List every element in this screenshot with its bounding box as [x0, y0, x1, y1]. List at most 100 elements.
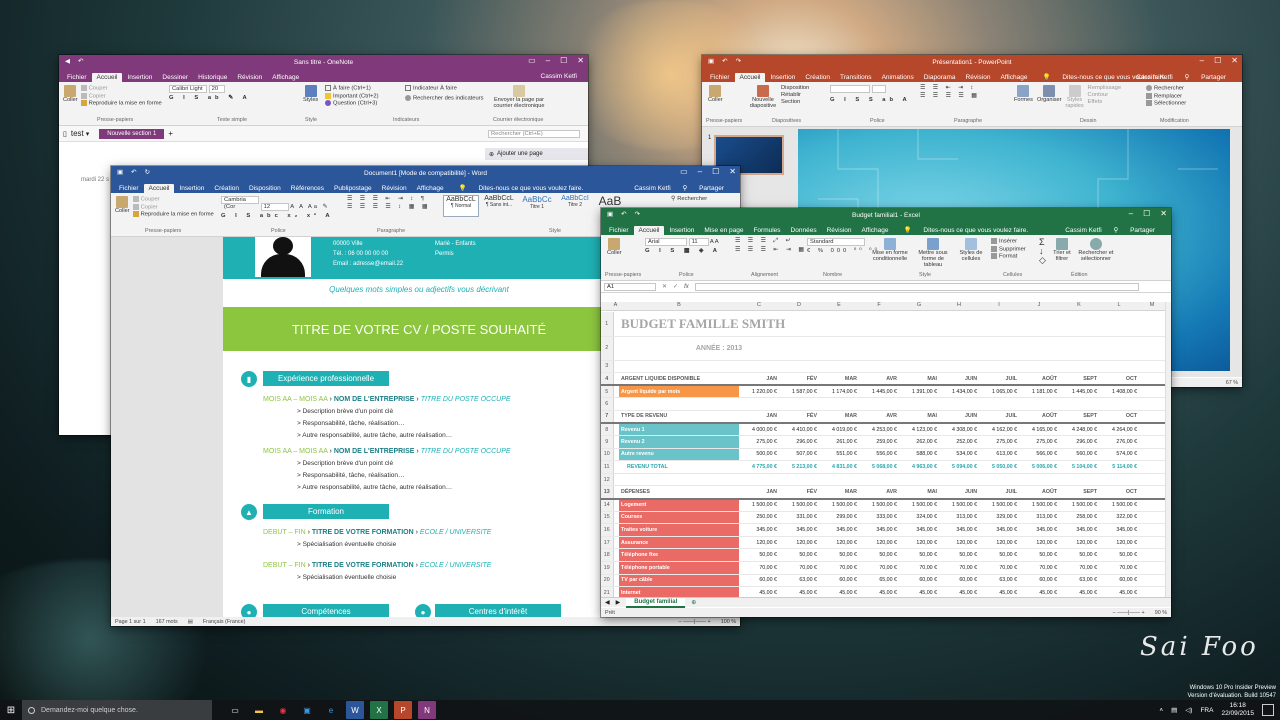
font-name-box[interactable]: Cambria (Cor	[221, 196, 259, 210]
cell[interactable]: 5 213,00 €	[779, 460, 819, 474]
income-header[interactable]: TYPE DE REVENU	[619, 410, 739, 424]
cell[interactable]: 120,00 €	[939, 536, 980, 550]
cell[interactable]: 5 114,00 €	[1099, 460, 1140, 474]
conditional-format-button[interactable]: Mise en forme conditionnelle	[869, 238, 911, 268]
cell[interactable]: 70,00 €	[779, 561, 819, 575]
cell[interactable]: 1 500,00 €	[739, 498, 779, 512]
cell[interactable]: 560,00 €	[1059, 448, 1100, 462]
cell[interactable]: 259,00 €	[859, 435, 899, 449]
style-no-spacing[interactable]: AaBbCcL ¶ Sans int...	[481, 195, 517, 217]
share-button[interactable]: Partager	[1125, 226, 1160, 235]
month-header[interactable]: JAN	[739, 410, 779, 424]
cell[interactable]: 345,00 €	[779, 523, 819, 537]
tab-home[interactable]: Accueil	[633, 226, 665, 235]
cell[interactable]: 45,00 €	[979, 586, 1020, 597]
zoom-slider[interactable]: – ——|—— +	[679, 619, 711, 625]
expense-label[interactable]: Logement	[619, 498, 739, 512]
tab-layout[interactable]: Disposition	[244, 184, 286, 193]
save-icon[interactable]: ▣	[117, 168, 123, 176]
cancel-icon[interactable]: ✕	[662, 283, 667, 290]
month-header[interactable]: AOÛT	[1019, 485, 1060, 500]
expense-label[interactable]: Traites voiture	[619, 523, 739, 537]
word-count[interactable]: 167 mots	[156, 619, 178, 625]
month-header[interactable]: MAI	[899, 410, 940, 424]
cell[interactable]: 60,00 €	[819, 574, 859, 588]
outline-button[interactable]: Contour	[1088, 92, 1122, 98]
month-header[interactable]: SEPT	[1059, 410, 1100, 424]
cell[interactable]: 345,00 €	[819, 523, 859, 537]
month-header[interactable]: AOÛT	[1019, 410, 1060, 424]
enter-icon[interactable]: ✓	[673, 283, 678, 290]
task-view-icon[interactable]: ▭	[226, 701, 244, 719]
chevron-up-icon[interactable]: ˄	[1159, 707, 1163, 714]
tab-view[interactable]: Affichage	[995, 73, 1032, 82]
document-page[interactable]: 00000 Ville Tél. : 06 00 00 00 00 Email …	[223, 237, 615, 617]
cell[interactable]: 1 391,00 €	[899, 385, 940, 399]
month-header[interactable]: MAR	[819, 372, 859, 387]
copy-button[interactable]: Copier	[80, 92, 162, 99]
cell[interactable]: 4 019,00 €	[819, 422, 859, 437]
sort-filter-button[interactable]: Trier et filtrer	[1050, 238, 1074, 265]
tab-insert[interactable]: Insertion	[664, 226, 699, 235]
format-cells-button[interactable]: Format	[991, 253, 1026, 260]
font-name-box[interactable]: Calibri Light	[169, 85, 207, 93]
onenote-titlebar[interactable]: ◀ ↶ Sans titre - OneNote ▭ – ☐ ✕	[59, 55, 588, 70]
cell[interactable]: 345,00 €	[739, 523, 779, 537]
network-icon[interactable]: ▤	[1171, 706, 1177, 714]
edge-icon[interactable]: e	[322, 701, 340, 719]
font-format-row[interactable]: G I S abc x₂ x² A	[221, 213, 334, 219]
cell[interactable]: 50,00 €	[979, 548, 1020, 562]
expense-label[interactable]: Téléphone fixe	[619, 548, 739, 562]
language[interactable]: Français (France)	[203, 619, 246, 625]
cell[interactable]: 4 123,00 €	[899, 422, 940, 437]
number-format-box[interactable]: Standard	[807, 238, 865, 246]
cell[interactable]: 70,00 €	[859, 561, 899, 575]
cell[interactable]: 50,00 €	[1099, 548, 1140, 562]
cell[interactable]: 4 000,00 €	[739, 422, 779, 437]
cell[interactable]: 50,00 €	[859, 548, 899, 562]
tab-file[interactable]: Fichier	[604, 226, 634, 235]
tell-me-box[interactable]: 💡 Dites-nous ce que vous voulez faire.	[894, 225, 1039, 235]
close-icon[interactable]: ✕	[1231, 56, 1238, 65]
cell[interactable]: 45,00 €	[1019, 586, 1060, 597]
add-section-button[interactable]: +	[168, 129, 173, 138]
ribbon-options-icon[interactable]: ▭	[528, 56, 536, 65]
share-button[interactable]: Partager	[694, 184, 729, 193]
cell[interactable]: 1 500,00 €	[1019, 498, 1060, 512]
undo-icon[interactable]: ↶	[722, 57, 727, 65]
cell[interactable]: 329,00 €	[979, 511, 1020, 525]
style-heading-2[interactable]: AaBbCcI Titre 2	[557, 195, 593, 217]
cell[interactable]: 1 408,00 €	[1099, 385, 1140, 399]
tell-me-box[interactable]: 💡 Dites-nous ce que vous voulez faire.	[449, 183, 594, 193]
cell[interactable]: 1 587,00 €	[779, 385, 819, 399]
sheet-prev-icon[interactable]: ◀	[605, 599, 610, 606]
row-number[interactable]: 16	[601, 523, 614, 537]
cell[interactable]: 70,00 €	[739, 561, 779, 575]
excel-taskbar-icon[interactable]: X	[370, 701, 388, 719]
font-name-box[interactable]: Arial	[645, 238, 687, 246]
fill-button[interactable]: Remplissage	[1088, 85, 1122, 91]
undo-icon[interactable]: ↶	[131, 168, 136, 176]
cell[interactable]: 4 248,00 €	[1059, 422, 1100, 437]
cell[interactable]: 1 181,00 €	[1019, 385, 1060, 399]
row-number[interactable]: 4	[601, 372, 614, 387]
sheet-next-icon[interactable]: ▶	[616, 599, 621, 606]
row-number[interactable]: 13	[601, 485, 614, 500]
cell[interactable]: 345,00 €	[1019, 523, 1060, 537]
minimize-icon[interactable]: –	[1200, 56, 1204, 65]
cell[interactable]: 1 500,00 €	[1099, 498, 1140, 512]
month-header[interactable]: AVR	[859, 372, 899, 387]
cell[interactable]: 120,00 €	[899, 536, 940, 550]
cell[interactable]: 1 065,00 €	[979, 385, 1020, 399]
cell[interactable]: 120,00 €	[739, 536, 779, 550]
minimize-icon[interactable]: –	[698, 167, 702, 176]
cell[interactable]: 4 410,00 €	[779, 422, 819, 437]
cell[interactable]: 345,00 €	[979, 523, 1020, 537]
tag-question[interactable]: Question (Ctrl+3)	[325, 100, 379, 107]
cash-header[interactable]: ARGENT LIQUIDE DISPONIBLE	[619, 372, 739, 387]
tab-data[interactable]: Données	[786, 226, 822, 235]
cell[interactable]: 507,00 €	[779, 448, 819, 462]
find-button[interactable]: ⚲ Rechercher	[671, 196, 707, 202]
font-format-row[interactable]: G I S ab ✎ A	[169, 95, 251, 101]
cell[interactable]: 1 500,00 €	[979, 498, 1020, 512]
